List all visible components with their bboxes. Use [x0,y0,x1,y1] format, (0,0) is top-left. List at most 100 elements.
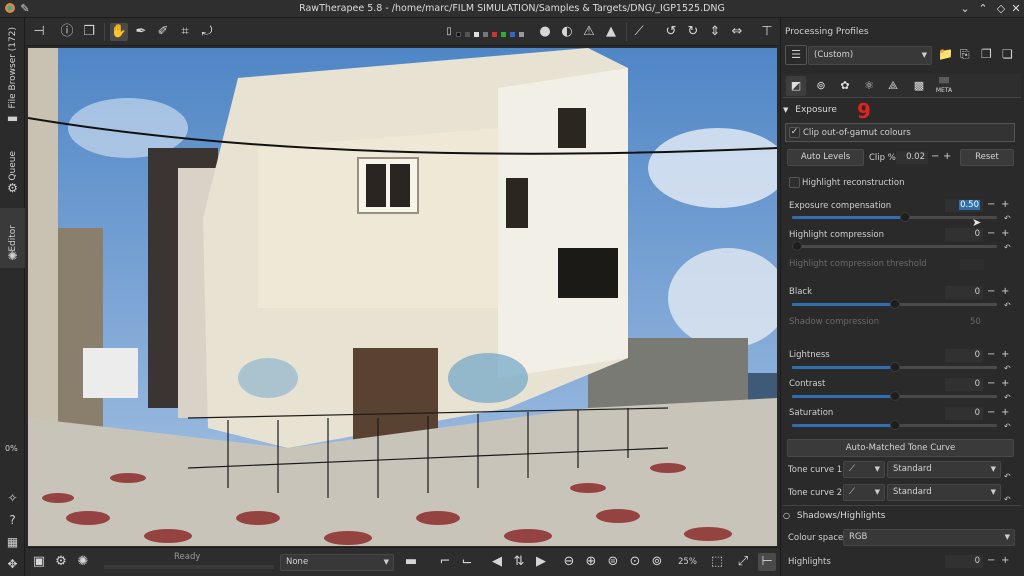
navigate-icon[interactable]: ✥ [4,556,21,573]
before-after-icon[interactable]: ❐ [80,23,98,41]
right-panel-toggle-icon[interactable]: ⊤ [758,23,776,41]
highlight-decrement-button[interactable]: − [987,228,995,240]
crop-icon[interactable]: ⌗ [176,23,194,41]
reset-icon[interactable]: ↶ [1004,301,1011,310]
channel-buttons[interactable] [456,32,526,38]
reset-icon[interactable]: ↶ [1004,214,1011,223]
color-tab-icon[interactable]: ✿ [835,76,855,96]
rotate-left-icon[interactable]: ↺ [662,23,680,41]
prev-image-icon[interactable]: ◀ [488,553,506,571]
external-editor-icon[interactable]: ✺ [74,553,92,571]
advanced-tab-icon[interactable]: ⚛ [859,76,879,96]
saturation-input[interactable]: 0 [945,407,983,420]
right-panel-icon[interactable]: ⊢ [758,553,776,571]
processing-profile-select[interactable]: (Custom) ▼ [808,46,932,65]
clip-increment-button[interactable]: + [943,151,951,163]
black-decrement-button[interactable]: − [987,286,995,298]
contrast-decrement-button[interactable]: − [987,378,995,390]
apply-profile-icon[interactable]: ▬ [402,553,420,571]
colour-space-select[interactable]: RGB ▼ [843,529,1015,546]
tab-file-browser[interactable]: File Browser (172) [0,24,25,112]
next-image-icon[interactable]: ▶ [532,553,550,571]
tone-curve-1-edit[interactable]: ⟋ ▼ [843,461,885,478]
exposure-increment-button[interactable]: + [1001,199,1009,211]
clip-decrement-button[interactable]: − [931,151,939,163]
auto-levels-button[interactable]: Auto Levels [787,149,864,166]
collapse-icon[interactable]: ⌄ [958,2,972,16]
highlights-increment-button[interactable]: + [1001,555,1009,567]
help-icon[interactable]: ? [4,512,21,529]
profile-select[interactable]: None ▼ [280,554,394,571]
contrast-increment-button[interactable]: + [1001,378,1009,390]
lightness-increment-button[interactable]: + [1001,349,1009,361]
fullscreen-icon[interactable]: ⤢ [734,553,752,571]
zoom-out-icon[interactable]: ⊖ [560,553,578,571]
highlights-input[interactable]: 0 [945,555,983,568]
zoom-fit-crop-icon[interactable]: ⊙ [626,553,644,571]
panel-toggle-icon[interactable]: ⊣ [30,23,48,41]
highlight-reconstruction-checkbox[interactable] [789,177,800,188]
paste-profile-icon[interactable]: ❏ [1002,47,1013,61]
exposure-decrement-button[interactable]: − [987,199,995,211]
exposure-comp-slider[interactable] [792,212,997,222]
highlight-clip-icon[interactable]: ▲ [602,23,620,41]
shadow-clip-icon[interactable]: ◐ [558,23,576,41]
open-profile-icon[interactable]: 📁 [938,47,953,61]
exposure-header[interactable]: ▼ Exposure [783,105,837,115]
saturation-decrement-button[interactable]: − [987,407,995,419]
image-preview[interactable] [28,48,777,546]
straighten-icon[interactable]: ⤾ [198,23,216,41]
clip-gamut-checkbox[interactable]: ✓ [789,127,800,138]
tone-curve-2-edit[interactable]: ⟋ ▼ [843,484,885,501]
lightness-decrement-button[interactable]: − [987,349,995,361]
lightness-input[interactable]: 0 [945,349,983,362]
minimize-icon[interactable]: ⌃ [976,2,990,16]
aperture-icon[interactable]: ✺ [4,248,21,265]
clip-percent-input[interactable]: 0.02 [896,151,928,164]
contrast-input[interactable]: 0 [945,378,983,391]
warning-icon[interactable]: ⚠ [580,23,598,41]
reset-icon[interactable]: ↶ [1004,495,1011,504]
tone-curve-1-select[interactable]: Standard ▼ [887,461,1001,478]
shadows-highlights-header[interactable]: ○ Shadows/Highlights [783,511,885,521]
reset-icon[interactable]: ↶ [1004,243,1011,252]
tone-curve-2-select[interactable]: Standard ▼ [887,484,1001,501]
histogram-icon[interactable]: ⟋ [630,23,648,41]
raw-tab-icon[interactable]: ▩ [909,76,929,96]
reset-icon[interactable]: ↶ [1004,472,1011,481]
rotate-right-icon[interactable]: ↻ [684,23,702,41]
list-icon[interactable]: ☰ [785,45,807,65]
tools-icon[interactable]: ✧ [4,490,21,507]
reset-button[interactable]: Reset [960,149,1014,166]
meta-tab-icon[interactable]: ||||| META [933,76,955,96]
zoom-100-icon[interactable]: ⊚ [648,553,666,571]
detail-tab-icon[interactable]: ⊚ [811,76,831,96]
flip-horizontal-icon[interactable]: ⇔ [728,23,746,41]
sync-icon[interactable]: ⇅ [510,553,528,571]
flip-vertical-icon[interactable]: ⇕ [706,23,724,41]
black-slider[interactable] [792,299,997,309]
copy-profile-icon[interactable]: ⌐ [436,553,454,571]
info-icon[interactable]: ⓘ [58,23,76,41]
hand-tool-icon[interactable]: ✋ [110,23,128,41]
white-balance-picker-icon[interactable]: ✒ [132,23,150,41]
spot-removal-icon[interactable]: ✐ [154,23,172,41]
gears-icon[interactable]: ⚙ [4,180,21,197]
exposure-comp-input[interactable]: 0.50 [945,199,983,212]
black-input[interactable]: 0 [945,286,983,299]
reset-icon[interactable]: ↶ [1004,364,1011,373]
transform-tab-icon[interactable]: ⟁ [883,76,903,96]
saturation-slider[interactable] [792,420,997,430]
highlight-comp-slider[interactable] [792,241,997,251]
zoom-fit-icon[interactable]: ⊜ [604,553,622,571]
paste-profile-icon[interactable]: ⌙ [458,553,476,571]
save-profile-icon[interactable]: ⎘ [960,47,970,62]
zoom-in-icon[interactable]: ⊕ [582,553,600,571]
highlights-decrement-button[interactable]: − [987,555,995,567]
highlight-increment-button[interactable]: + [1001,228,1009,240]
exposure-tab-icon[interactable]: ◩ [786,76,806,96]
saturation-increment-button[interactable]: + [1001,407,1009,419]
grid-icon[interactable]: ▦ [4,534,21,551]
new-detail-window-icon[interactable]: ⬚ [708,553,726,571]
reset-icon[interactable]: ↶ [1004,422,1011,431]
